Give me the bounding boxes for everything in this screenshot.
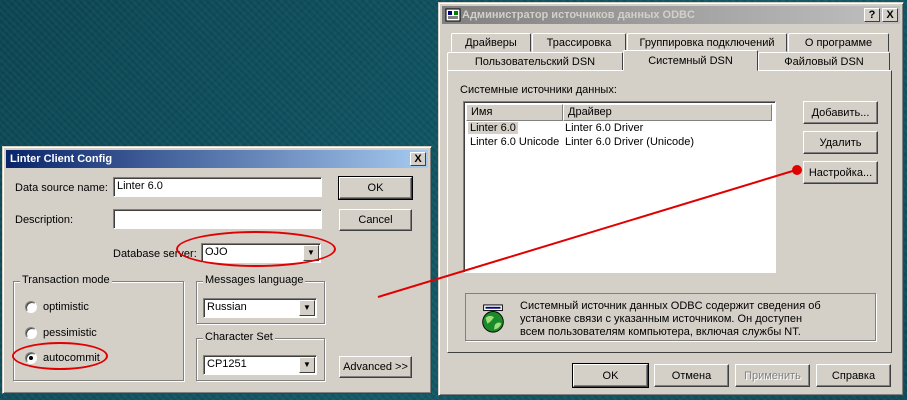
list-caption: Системные источники данных: [460,84,617,96]
info-box: Системный источник данных ODBC содержит … [465,293,876,341]
transaction-mode-title: Transaction mode [20,274,112,286]
system-dsn-panel: Системные источники данных: Имя Драйвер … [447,70,892,353]
tab-user-dsn[interactable]: Пользовательский DSN [447,52,623,71]
add-button[interactable]: Добавить... [803,101,878,124]
tab-tracing[interactable]: Трассировка [532,33,626,52]
dsn-list[interactable]: Имя Драйвер Linter 6.0 Linter 6.0 Driver… [463,101,776,273]
description-label: Description: [15,214,74,226]
configure-button[interactable]: Настройка... [803,161,878,184]
autocommit-label: autocommit [43,352,100,364]
apply-button[interactable]: Применить [735,364,810,387]
help-icon[interactable]: ? [864,8,880,22]
character-set-title: Character Set [203,331,275,343]
messages-language-group: Messages language Russian ▼ [196,274,325,324]
row-name[interactable]: Linter 6.0 Unicode [470,136,559,148]
character-set-combo[interactable]: CP1251 ▼ [203,355,317,375]
tab-system-dsn[interactable]: Системный DSN [623,50,758,71]
row-driver[interactable]: Linter 6.0 Driver [565,122,643,134]
cancel-button[interactable]: Отмена [654,364,729,387]
remove-button[interactable]: Удалить [803,131,878,154]
chevron-down-icon[interactable]: ▼ [303,245,319,261]
messages-language-value: Russian [207,301,247,313]
dsn-label: Data source name: [15,182,108,194]
ok-button[interactable]: OK [338,176,413,200]
row-driver[interactable]: Linter 6.0 Driver (Unicode) [565,136,694,148]
dsn-input[interactable]: Linter 6.0 [113,177,322,197]
tab-about[interactable]: О программе [788,33,889,52]
chevron-down-icon[interactable]: ▼ [299,357,315,373]
linter-title: Linter Client Config [10,153,113,165]
ok-button[interactable]: OK [572,363,649,388]
character-set-value: CP1251 [207,358,247,370]
character-set-group: Character Set CP1251 ▼ [196,331,325,381]
column-header-name[interactable]: Имя [466,104,563,121]
radio-autocommit[interactable] [25,352,37,364]
pessimistic-label: pessimistic [43,327,97,339]
radio-optimistic[interactable] [25,301,37,313]
server-label: Database server: [113,248,197,260]
odbc-app-icon [445,8,461,22]
close-icon[interactable]: X [410,152,426,166]
row-name[interactable]: Linter 6.0 [468,122,518,134]
close-icon[interactable]: X [882,8,898,22]
odbc-admin-window: Администратор источников данных ODBC ? X… [438,2,904,396]
linter-titlebar[interactable]: Linter Client Config X [6,150,428,168]
column-header-driver[interactable]: Драйвер [563,104,772,121]
help-button[interactable]: Справка [816,364,891,387]
server-combo[interactable]: OJO ▼ [201,243,321,263]
odbc-globe-icon [482,304,504,333]
server-value: OJO [205,246,228,258]
info-text: Системный источник данных ODBC содержит … [520,300,821,338]
optimistic-label: optimistic [43,301,89,313]
messages-language-title: Messages language [203,274,306,286]
tab-file-dsn[interactable]: Файловый DSN [758,52,890,71]
tab-drivers[interactable]: Драйверы [451,33,531,52]
radio-pessimistic[interactable] [25,327,37,339]
messages-language-combo[interactable]: Russian ▼ [203,298,317,318]
transaction-mode-group: Transaction mode optimistic pessimistic … [13,274,184,381]
cancel-button[interactable]: Cancel [339,209,412,231]
description-input[interactable] [113,209,322,229]
advanced-button[interactable]: Advanced >> [339,356,412,378]
odbc-titlebar[interactable]: Администратор источников данных ODBC ? X [442,6,900,24]
linter-config-window: Linter Client Config X Data source name:… [2,146,432,394]
odbc-title: Администратор источников данных ODBC [462,9,695,21]
chevron-down-icon[interactable]: ▼ [299,300,315,316]
